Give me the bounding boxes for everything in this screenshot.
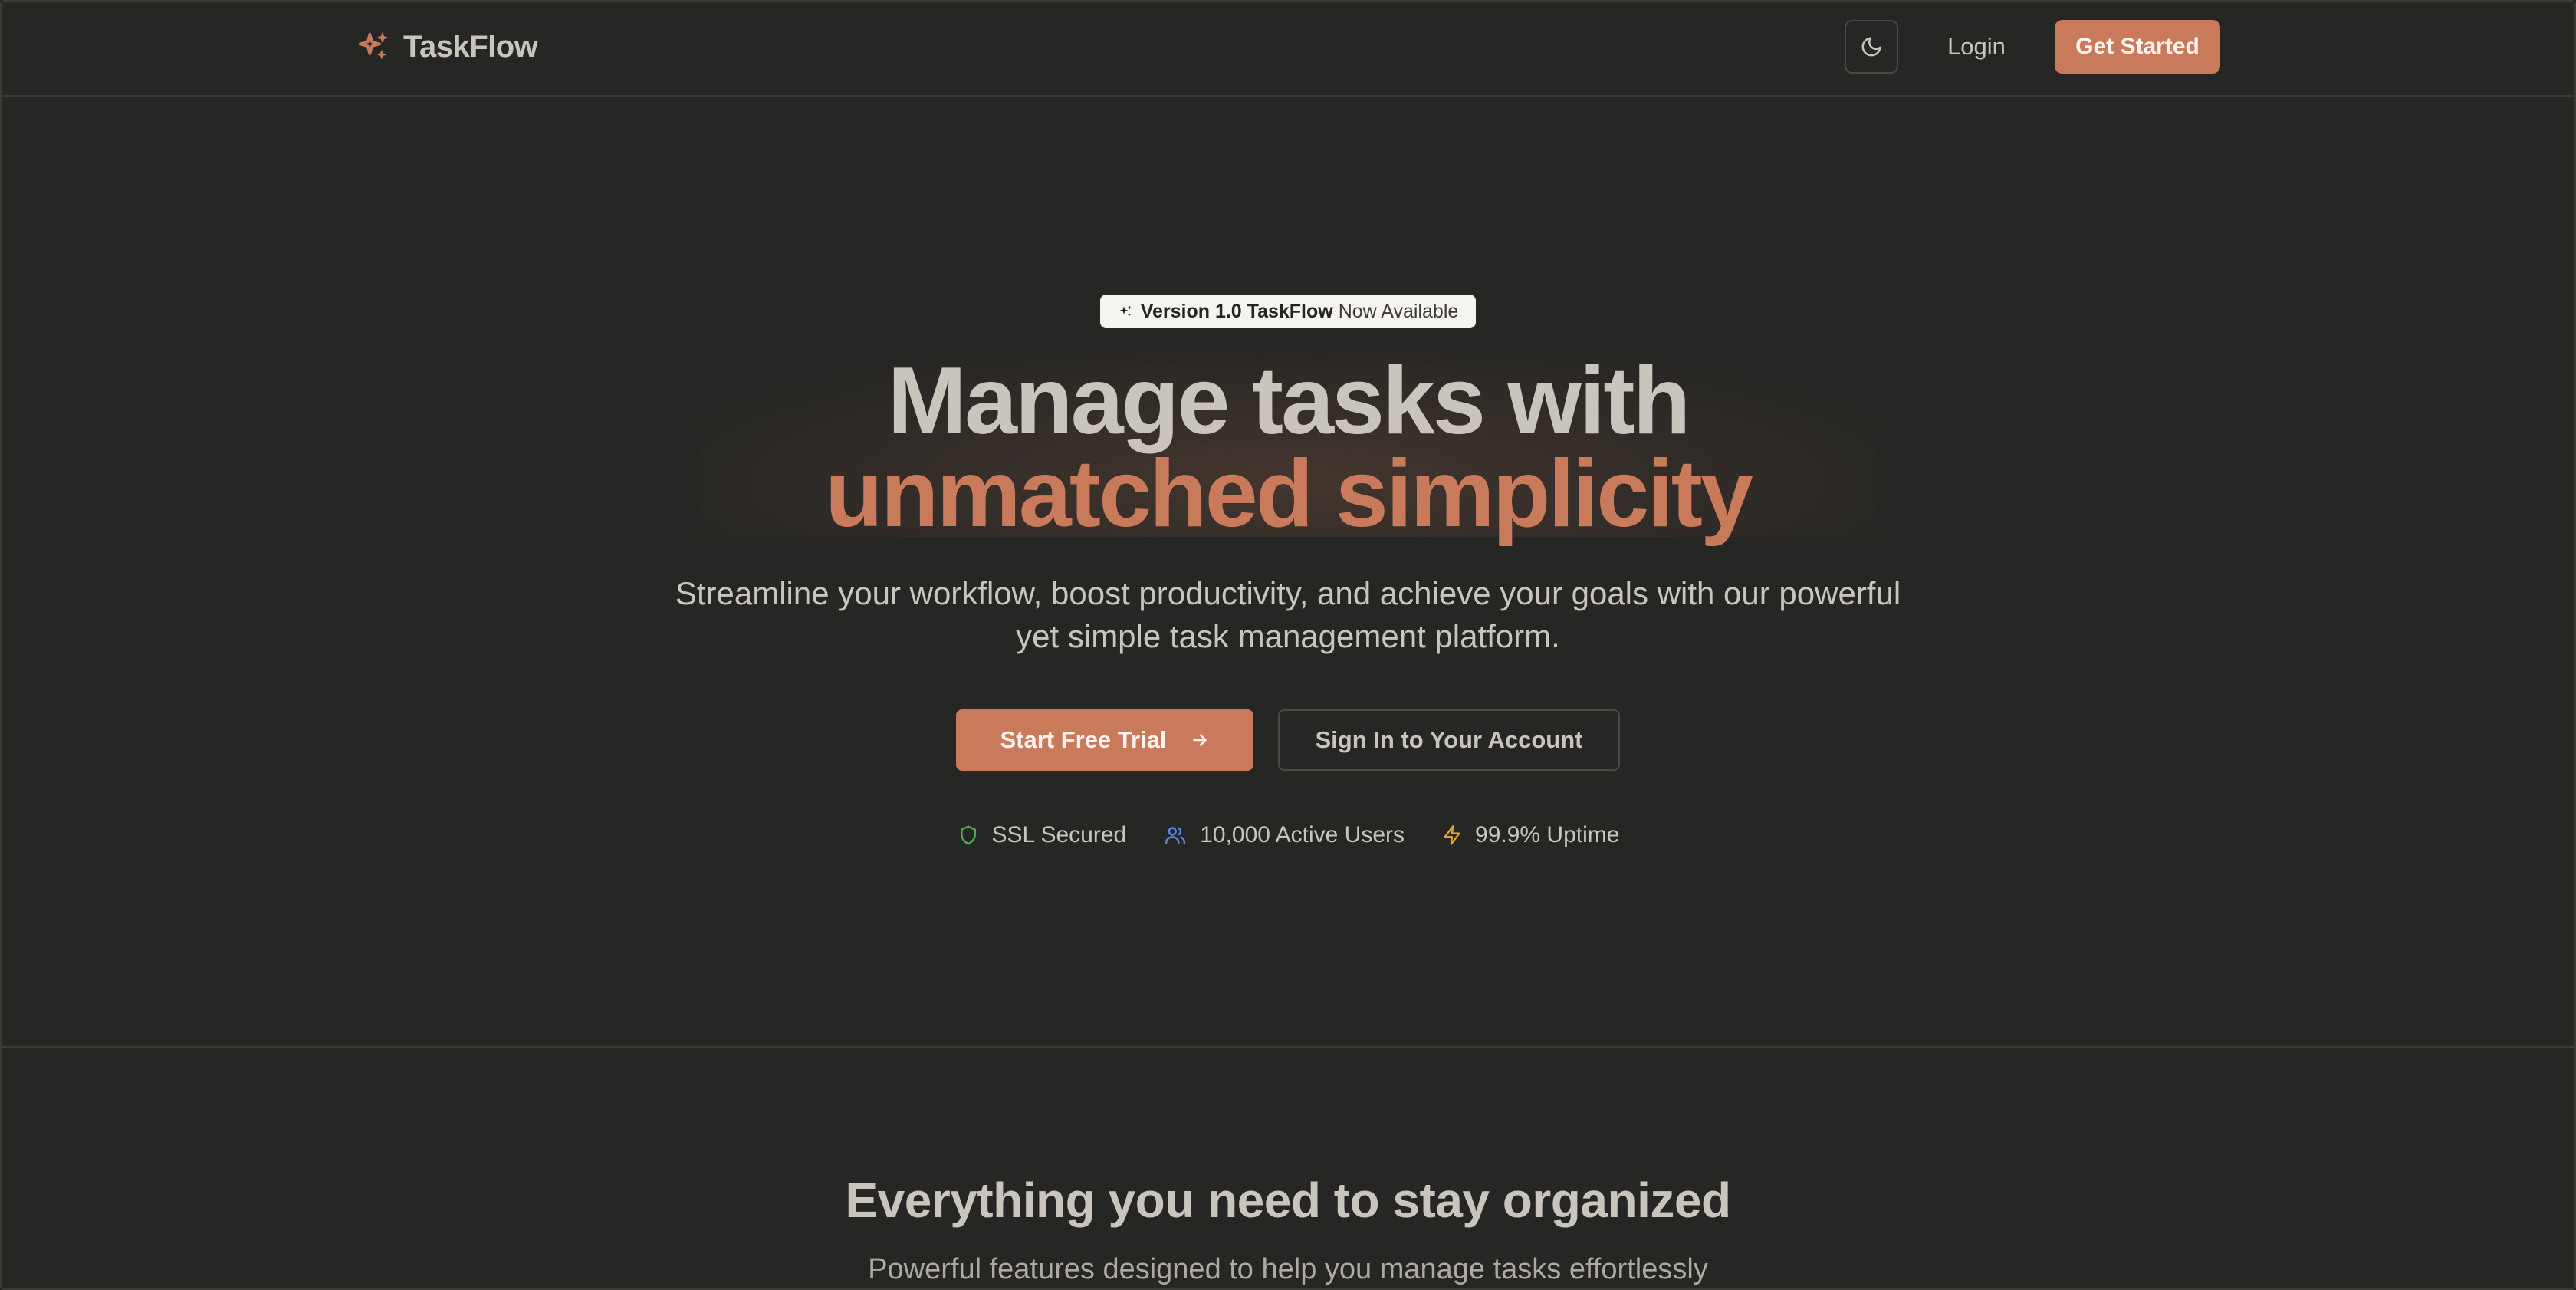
start-free-trial-label: Start Free Trial	[1000, 726, 1167, 753]
lightning-icon	[1441, 824, 1463, 847]
badge-version-text: Version 1.0 TaskFlow	[1140, 300, 1333, 322]
top-nav: TaskFlow Login Get Started	[0, 0, 2576, 97]
trust-item-uptime: 99.9% Uptime	[1441, 822, 1619, 848]
hero-subtitle: Streamline your workflow, boost producti…	[675, 575, 1901, 654]
sign-in-button[interactable]: Sign In to Your Account	[1278, 709, 1620, 771]
shield-icon	[957, 824, 980, 847]
hero-headline-line1: Manage tasks with	[887, 348, 1691, 454]
sparkles-icon	[354, 28, 393, 66]
brand-name: TaskFlow	[403, 29, 538, 64]
arrow-right-icon	[1190, 730, 1210, 750]
get-started-button[interactable]: Get Started	[2055, 20, 2220, 74]
trust-item-ssl: SSL Secured	[957, 822, 1127, 848]
trust-label: 10,000 Active Users	[1200, 822, 1405, 847]
moon-icon	[1860, 35, 1883, 58]
trust-label: 99.9% Uptime	[1475, 822, 1620, 847]
hero-headline-line2: unmatched simplicity	[825, 441, 1753, 547]
version-badge: Version 1.0 TaskFlow Now Available	[1100, 295, 1476, 328]
badge-status-text: Now Available	[1338, 300, 1459, 322]
login-link[interactable]: Login	[1917, 20, 2036, 74]
sparkles-icon	[1118, 304, 1133, 319]
trust-label: SSL Secured	[991, 822, 1127, 847]
features-heading: Everything you need to stay organized	[845, 1173, 1731, 1228]
section-divider	[0, 1046, 2576, 1048]
features-subheading: Powerful features designed to help you m…	[868, 1253, 1708, 1285]
theme-toggle-button[interactable]	[1845, 20, 1898, 74]
users-icon	[1163, 824, 1188, 847]
start-free-trial-button[interactable]: Start Free Trial	[956, 709, 1254, 771]
brand-logo[interactable]: TaskFlow	[354, 23, 538, 71]
trust-indicators: SSL Secured 10,000 Active Users 99.9% Up…	[0, 818, 2576, 853]
trust-item-users: 10,000 Active Users	[1163, 822, 1405, 848]
